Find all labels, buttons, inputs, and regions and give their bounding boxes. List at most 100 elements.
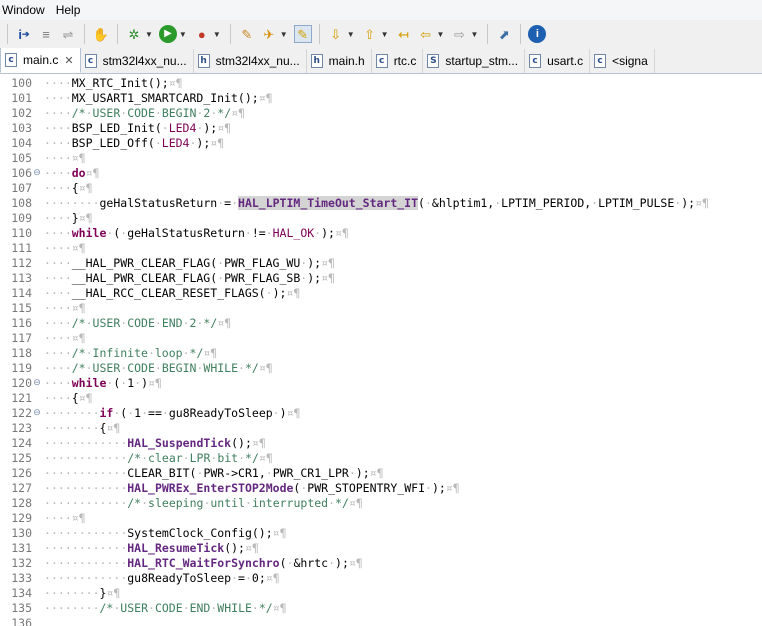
- code-line[interactable]: 120 ⊖ ····while·(·1·)¤¶: [0, 375, 762, 390]
- code-line[interactable]: 110 ····while·(·geHalStatusReturn·!=·HAL_…: [0, 225, 762, 240]
- code-line[interactable]: 100 ····MX_RTC_Init();¤¶: [0, 75, 762, 90]
- code-line[interactable]: 103 ····BSP_LED_Init(·LED4·);¤¶: [0, 120, 762, 135]
- code-line[interactable]: 131 ············HAL_ResumeTick();¤¶: [0, 540, 762, 555]
- info-icon[interactable]: i: [528, 25, 547, 43]
- tab-main-c[interactable]: c main.c ✕: [0, 48, 81, 73]
- fold-gutter: [32, 480, 42, 495]
- code-line[interactable]: 105 ····¤¶: [0, 150, 762, 165]
- close-icon[interactable]: ✕: [64, 54, 73, 67]
- code-line[interactable]: 108 ········geHalStatusReturn·=·HAL_LPTIM…: [0, 195, 762, 210]
- code-text: ····while·(·geHalStatusReturn·!=·HAL_OK·…: [44, 225, 349, 240]
- prev-annotation-icon[interactable]: ⇧: [361, 25, 379, 43]
- toolbar-separator: [487, 24, 489, 44]
- tab-main-h[interactable]: h main.h: [307, 49, 372, 73]
- code-line[interactable]: 117 ····¤¶: [0, 330, 762, 345]
- tab-usart-c[interactable]: c usart.c: [525, 49, 591, 73]
- code-text: ····/*·Infinite·loop·*/¤¶: [44, 345, 218, 360]
- step-return-icon[interactable]: ⇌: [59, 25, 77, 43]
- step-into-icon[interactable]: i ➔: [15, 25, 33, 43]
- code-line[interactable]: 123 ········{¤¶: [0, 420, 762, 435]
- back-dropdown-icon[interactable]: ▼: [437, 30, 445, 39]
- code-line[interactable]: 126 ············CLEAR_BIT(·PWR->CR1,·PWR_…: [0, 465, 762, 480]
- line-number: 122: [11, 405, 32, 420]
- code-text: ············SystemClock_Config();¤¶: [44, 525, 287, 540]
- code-line[interactable]: 101 ····MX_USART1_SMARTCARD_Init();¤¶: [0, 90, 762, 105]
- fold-toggle-icon[interactable]: ⊖: [32, 405, 42, 420]
- line-number: 132: [11, 555, 32, 570]
- next-annotation-dropdown-icon[interactable]: ▼: [347, 30, 355, 39]
- code-line[interactable]: 115 ····¤¶: [0, 300, 762, 315]
- code-line[interactable]: 107 ····{¤¶: [0, 180, 762, 195]
- line-number: 102: [11, 105, 32, 120]
- code-line[interactable]: 136: [0, 615, 762, 626]
- run-dropdown-icon[interactable]: ▼: [179, 30, 187, 39]
- fold-toggle-icon[interactable]: ⊖: [32, 165, 42, 180]
- tab-signal[interactable]: c <signa: [590, 49, 655, 73]
- forward-icon[interactable]: ⇨: [450, 25, 468, 43]
- last-edit-icon[interactable]: ↤: [395, 25, 413, 43]
- code-text: ············/*·sleeping·until·interrupte…: [44, 495, 363, 510]
- code-line[interactable]: 111 ····¤¶: [0, 240, 762, 255]
- external-tools-icon[interactable]: ●: [193, 25, 211, 43]
- external-tools-dropdown-icon[interactable]: ▼: [213, 30, 221, 39]
- code-line[interactable]: 118 ····/*·Infinite·loop·*/¤¶: [0, 345, 762, 360]
- fold-toggle-icon[interactable]: ⊖: [32, 375, 42, 390]
- code-line[interactable]: 119 ····/*·USER·CODE·BEGIN·WHILE·*/¤¶: [0, 360, 762, 375]
- line-number: 116: [11, 315, 32, 330]
- code-line[interactable]: 113 ····__HAL_PWR_CLEAR_FLAG(·PWR_FLAG_SB…: [0, 270, 762, 285]
- next-annotation-icon[interactable]: ⇩: [327, 25, 345, 43]
- line-number: 129: [11, 510, 32, 525]
- line-number: 123: [11, 420, 32, 435]
- menu-help[interactable]: Help: [54, 3, 90, 17]
- code-line[interactable]: 116 ····/*·USER·CODE·END·2·*/¤¶: [0, 315, 762, 330]
- fold-gutter: [32, 210, 42, 225]
- code-text: ········/*·USER·CODE·END·WHILE·*/¤¶: [44, 600, 287, 615]
- tab-startup-stm[interactable]: S startup_stm...: [423, 49, 526, 73]
- code-text: ············HAL_RTC_WaitForSynchro(·&hrt…: [44, 555, 363, 570]
- back-icon[interactable]: ⇦: [417, 25, 435, 43]
- prev-annotation-dropdown-icon[interactable]: ▼: [381, 30, 389, 39]
- code-line[interactable]: 125 ············/*·clear·LPR·bit·*/¤¶: [0, 450, 762, 465]
- code-text: ····/*·USER·CODE·BEGIN·2·*/¤¶: [44, 105, 245, 120]
- code-editor[interactable]: 100 ····MX_RTC_Init();¤¶ 101 ····MX_USART1_…: [0, 75, 762, 626]
- launch-icon[interactable]: ✈: [260, 25, 278, 43]
- tab-stm32l4xx-nucleo-h[interactable]: h stm32l4xx_nu...: [194, 49, 307, 73]
- code-line[interactable]: 129 ····¤¶: [0, 510, 762, 525]
- code-line[interactable]: 133 ············gu8ReadyToSleep·=·0;¤¶: [0, 570, 762, 585]
- code-text: ············HAL_PWREx_EnterSTOP2Mode(·PW…: [44, 480, 460, 495]
- code-line[interactable]: 127 ············HAL_PWREx_EnterSTOP2Mode(…: [0, 480, 762, 495]
- forward-dropdown-icon[interactable]: ▼: [470, 30, 478, 39]
- code-line[interactable]: 112 ····__HAL_PWR_CLEAR_FLAG(·PWR_FLAG_WU…: [0, 255, 762, 270]
- code-line[interactable]: 106 ⊖ ····do¤¶: [0, 165, 762, 180]
- code-line[interactable]: 132 ············HAL_RTC_WaitForSynchro(·&…: [0, 555, 762, 570]
- code-line[interactable]: 121 ····{¤¶: [0, 390, 762, 405]
- open-task-icon[interactable]: ✎: [238, 25, 256, 43]
- fold-gutter: [32, 510, 42, 525]
- code-line[interactable]: 130 ············SystemClock_Config();¤¶: [0, 525, 762, 540]
- build-dropdown-icon[interactable]: ▼: [145, 30, 153, 39]
- step-over-icon[interactable]: ≡: [37, 25, 55, 43]
- launch-dropdown-icon[interactable]: ▼: [280, 30, 288, 39]
- code-line[interactable]: 124 ············HAL_SuspendTick();¤¶: [0, 435, 762, 450]
- code-line[interactable]: 122 ⊖ ········if·(·1·==·gu8ReadyToSleep·)¤…: [0, 405, 762, 420]
- pin-editor-icon[interactable]: ⬈: [495, 25, 513, 43]
- debug-perspective-icon[interactable]: ✋: [92, 25, 110, 43]
- line-number: 105: [11, 150, 32, 165]
- tab-rtc-c[interactable]: c rtc.c: [372, 49, 424, 73]
- line-number: 125: [11, 450, 32, 465]
- toolbar-separator: [318, 24, 320, 44]
- c-file-icon: c: [594, 54, 607, 68]
- code-line[interactable]: 109 ····}¤¶: [0, 210, 762, 225]
- code-line[interactable]: 128 ············/*·sleeping·until·interru…: [0, 495, 762, 510]
- code-line[interactable]: 102 ····/*·USER·CODE·BEGIN·2·*/¤¶: [0, 105, 762, 120]
- run-icon[interactable]: ▶: [158, 25, 177, 43]
- code-line[interactable]: 114 ····__HAL_RCC_CLEAR_RESET_FLAGS(·);¤¶: [0, 285, 762, 300]
- code-line[interactable]: 134 ········}¤¶: [0, 585, 762, 600]
- code-line[interactable]: 104 ····BSP_LED_Off(·LED4·);¤¶: [0, 135, 762, 150]
- tab-stm32l4xx-nucleo-c[interactable]: c stm32l4xx_nu...: [81, 49, 194, 73]
- menu-window[interactable]: Window: [0, 3, 54, 17]
- build-icon[interactable]: ✲: [125, 25, 143, 43]
- fold-gutter: [32, 360, 42, 375]
- code-line[interactable]: 135 ········/*·USER·CODE·END·WHILE·*/¤¶: [0, 600, 762, 615]
- toggle-mark-icon[interactable]: ✎: [293, 25, 312, 43]
